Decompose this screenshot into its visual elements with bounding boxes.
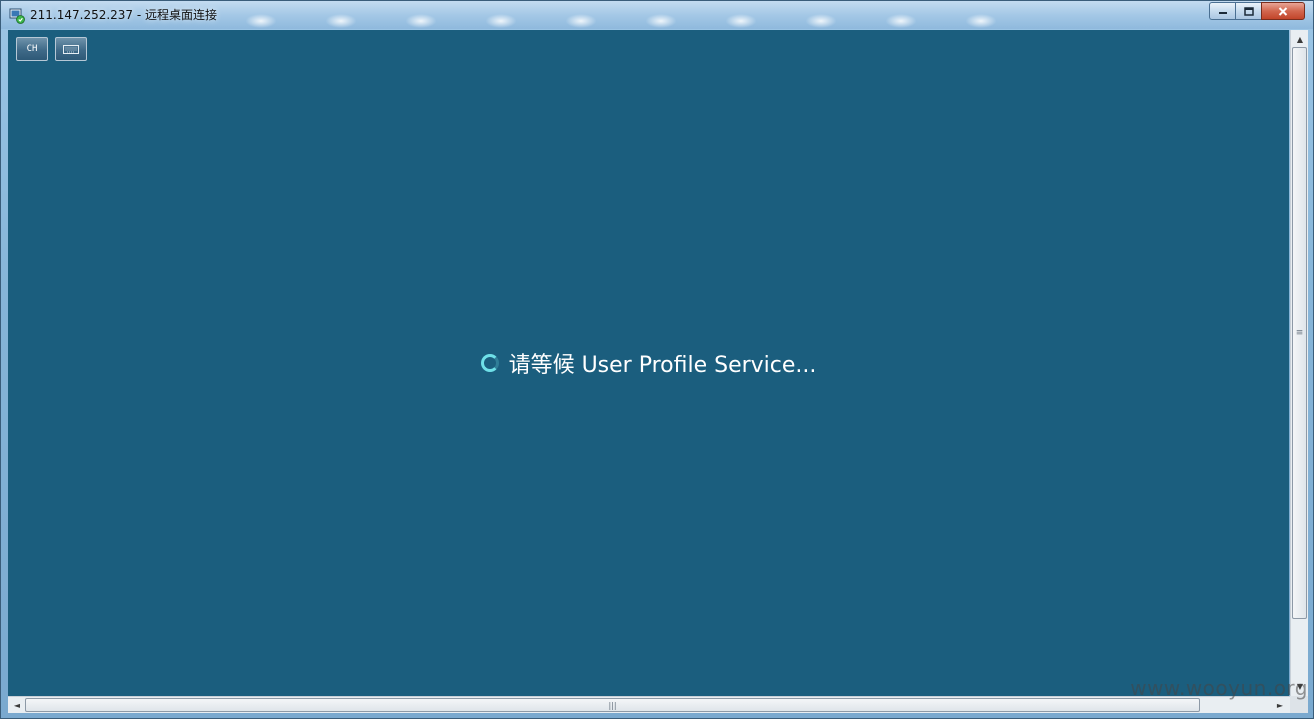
vertical-scroll-thumb[interactable]: ≡ <box>1292 47 1307 619</box>
keyboard-icon <box>63 44 79 54</box>
maximize-icon <box>1243 6 1254 16</box>
minimize-button[interactable] <box>1209 2 1235 20</box>
remote-desktop-icon <box>9 8 25 24</box>
scroll-up-icon[interactable]: ▲ <box>1292 31 1308 47</box>
scroll-left-icon[interactable]: ◄ <box>9 697 25 713</box>
language-label: CH <box>26 44 38 54</box>
vertical-grip-icon: ≡ <box>1295 328 1304 338</box>
horizontal-grip-icon: ||| <box>608 700 617 710</box>
maximize-button[interactable] <box>1235 2 1261 20</box>
language-bar-button[interactable]: CH <box>16 37 48 61</box>
window-title: 211.147.252.237 - 远程桌面连接 <box>30 8 218 22</box>
title-bar-decoration <box>221 5 1101 29</box>
close-button[interactable] <box>1261 2 1305 20</box>
status-message: 请等候 User Profile Service... <box>8 348 1289 378</box>
remote-desktop-window: 211.147.252.237 - 远程桌面连接 CH 请等候 User Pro… <box>0 0 1314 719</box>
horizontal-scroll-thumb[interactable]: ||| <box>25 698 1200 712</box>
remote-session-screen[interactable]: CH 请等候 User Profile Service... <box>8 30 1289 696</box>
minimize-icon <box>1218 12 1227 14</box>
keyboard-button[interactable] <box>55 37 87 61</box>
vertical-scrollbar[interactable]: ▲ ≡ ▼ <box>1290 30 1308 696</box>
window-controls <box>1209 2 1305 21</box>
title-bar[interactable]: 211.147.252.237 - 远程桌面连接 <box>1 1 1313 29</box>
watermark: www.wooyun.org <box>1130 676 1308 700</box>
horizontal-scrollbar[interactable]: ◄ ||| ► <box>8 696 1290 713</box>
loading-spinner-icon <box>480 354 499 372</box>
status-text: 请等候 User Profile Service... <box>508 353 817 378</box>
close-icon <box>1278 6 1288 16</box>
